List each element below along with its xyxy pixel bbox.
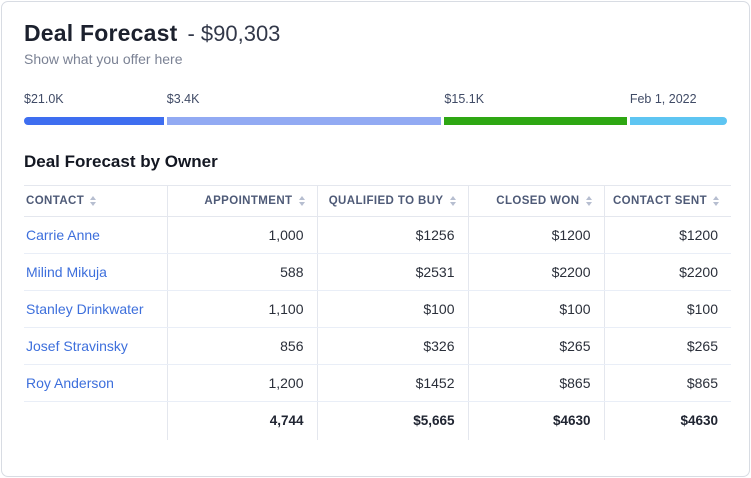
contact-link[interactable]: Roy Anderson	[26, 375, 114, 391]
closed-won-cell: $1200	[468, 217, 604, 254]
column-label: Contact sent	[613, 195, 707, 207]
table-row: Roy Anderson 1,200 $1452 $865 $865	[24, 365, 731, 402]
closed-won-cell: $265	[468, 328, 604, 365]
totals-row: 4,744 $5,665 $4630 $4630	[24, 402, 731, 440]
sort-icon[interactable]	[586, 196, 592, 206]
contact-sent-cell: $100	[604, 291, 731, 328]
card-subtitle: Show what you offer here	[24, 51, 727, 67]
progress-segment-2[interactable]	[167, 117, 442, 125]
progress-bar-labels: $21.0K $3.4K $15.1K Feb 1, 2022	[24, 92, 727, 106]
progress-segment-4[interactable]	[630, 117, 727, 125]
appointment-total: 4,744	[167, 402, 317, 440]
qualified-to-buy-cell: $1256	[317, 217, 468, 254]
sort-icon[interactable]	[299, 196, 305, 206]
appointment-cell: 1,000	[167, 217, 317, 254]
contact-sent-cell: $1200	[604, 217, 731, 254]
column-header-contact[interactable]: Contact	[24, 186, 167, 217]
sort-icon[interactable]	[713, 196, 719, 206]
appointment-cell: 856	[167, 328, 317, 365]
contact-link[interactable]: Milind Mikuja	[26, 264, 107, 280]
segment-2-label: $3.4K	[167, 92, 442, 106]
table-header-row: Contact Appointment Qualified to buy Clo…	[24, 186, 731, 217]
table-row: Carrie Anne 1,000 $1256 $1200 $1200	[24, 217, 731, 254]
column-label: Contact	[26, 195, 84, 207]
table-row: Josef Stravinsky 856 $326 $265 $265	[24, 328, 731, 365]
contact-sent-cell: $2200	[604, 254, 731, 291]
closed-won-cell: $865	[468, 365, 604, 402]
column-header-closed-won[interactable]: Closed won	[468, 186, 604, 217]
forecast-progress-bar	[24, 117, 727, 125]
contact-sent-cell: $865	[604, 365, 731, 402]
contact-link[interactable]: Stanley Drinkwater	[26, 301, 144, 317]
column-header-appointment[interactable]: Appointment	[167, 186, 317, 217]
deal-forecast-card: Deal Forecast - $90,303 Show what you of…	[1, 1, 750, 477]
column-label: Closed won	[496, 195, 579, 207]
table-row: Milind Mikuja 588 $2531 $2200 $2200	[24, 254, 731, 291]
appointment-cell: 1,100	[167, 291, 317, 328]
table-row: Stanley Drinkwater 1,100 $100 $100 $100	[24, 291, 731, 328]
closed-won-total: $4630	[468, 402, 604, 440]
sort-icon[interactable]	[90, 196, 96, 206]
progress-segment-1[interactable]	[24, 117, 164, 125]
qualified-to-buy-cell: $100	[317, 291, 468, 328]
closed-won-cell: $2200	[468, 254, 604, 291]
segment-1-label: $21.0K	[24, 92, 164, 106]
contact-sent-total: $4630	[604, 402, 731, 440]
sort-icon[interactable]	[450, 196, 456, 206]
forecast-total-amount: - $90,303	[187, 21, 280, 47]
qualified-to-buy-total: $5,665	[317, 402, 468, 440]
segment-3-label: $15.1K	[444, 92, 626, 106]
page-title: Deal Forecast	[24, 20, 177, 47]
qualified-to-buy-cell: $2531	[317, 254, 468, 291]
card-header: Deal Forecast - $90,303	[24, 20, 727, 47]
contact-link[interactable]: Carrie Anne	[26, 227, 100, 243]
contact-sent-cell: $265	[604, 328, 731, 365]
column-header-qualified-to-buy[interactable]: Qualified to buy	[317, 186, 468, 217]
qualified-to-buy-cell: $326	[317, 328, 468, 365]
column-header-contact-sent[interactable]: Contact sent	[604, 186, 731, 217]
progress-segment-3[interactable]	[444, 117, 626, 125]
column-label: Appointment	[204, 195, 292, 207]
contact-link[interactable]: Josef Stravinsky	[26, 338, 128, 354]
table-title: Deal Forecast by Owner	[24, 152, 727, 172]
forecast-table: Contact Appointment Qualified to buy Clo…	[24, 185, 731, 440]
appointment-cell: 1,200	[167, 365, 317, 402]
appointment-cell: 588	[167, 254, 317, 291]
totals-spacer	[24, 402, 167, 440]
column-label: Qualified to buy	[329, 195, 444, 207]
segment-4-label: Feb 1, 2022	[630, 92, 727, 106]
closed-won-cell: $100	[468, 291, 604, 328]
qualified-to-buy-cell: $1452	[317, 365, 468, 402]
